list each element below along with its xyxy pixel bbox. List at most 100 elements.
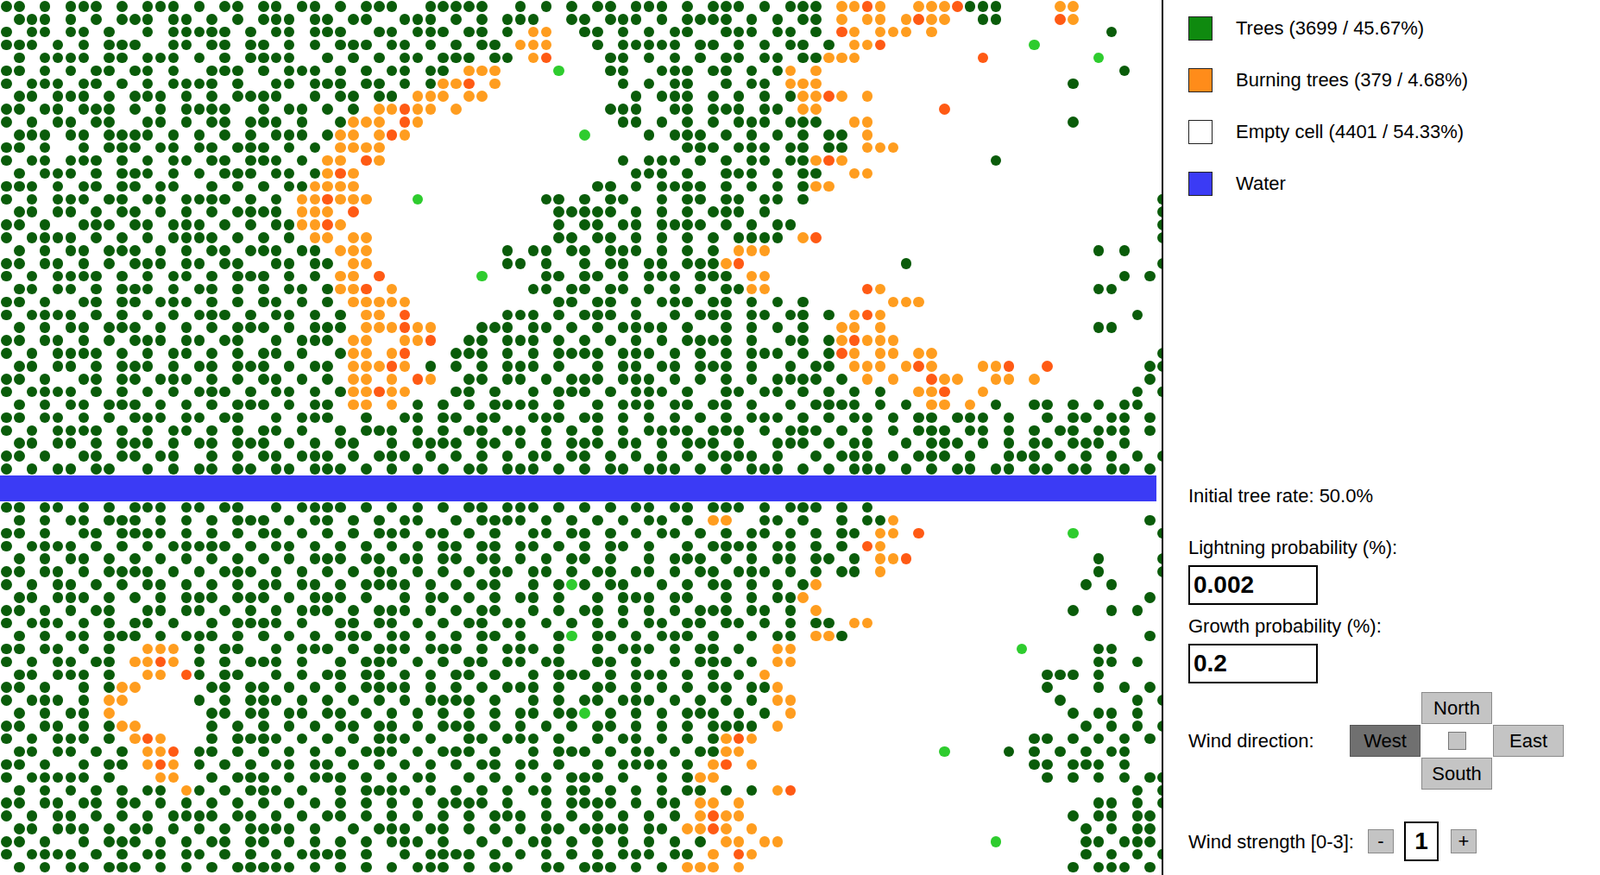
empty-cell	[539, 102, 553, 116]
empty-cell	[514, 179, 528, 193]
tree-cell	[732, 38, 746, 52]
tree-cell	[642, 51, 656, 65]
empty-cell	[38, 179, 52, 193]
empty-cell	[333, 102, 347, 116]
empty-cell	[617, 89, 630, 103]
tree-cell	[141, 192, 155, 206]
empty-cell	[912, 89, 926, 103]
tree-cell	[719, 51, 733, 65]
empty-cell	[76, 205, 90, 219]
empty-cell	[938, 141, 952, 155]
burning-cell	[385, 102, 399, 116]
empty-cell	[295, 25, 309, 39]
empty-cell	[488, 141, 502, 155]
empty-cell	[938, 167, 952, 181]
tree-cell	[12, 167, 26, 181]
young-tree-cell	[578, 128, 592, 142]
empty-cell	[1079, 141, 1093, 155]
empty-cell	[951, 63, 964, 77]
tree-cell	[25, 192, 39, 206]
empty-cell	[1079, 89, 1093, 103]
empty-cell	[1053, 51, 1067, 65]
burning-cell	[874, 12, 888, 26]
empty-cell	[1040, 270, 1054, 284]
empty-cell	[693, 231, 707, 245]
empty-cell	[951, 115, 964, 129]
empty-cell	[809, 128, 823, 142]
empty-cell	[642, 179, 656, 193]
empty-cell	[501, 102, 515, 116]
empty-cell	[192, 89, 206, 103]
empty-cell	[848, 102, 862, 116]
empty-cell	[1027, 244, 1041, 258]
tree-cell	[321, 102, 334, 116]
tree-cell	[179, 12, 193, 26]
empty-cell	[1130, 205, 1144, 219]
tree-cell	[667, 102, 681, 116]
empty-cell	[1053, 25, 1067, 39]
tree-cell	[321, 257, 334, 271]
empty-cell	[89, 141, 103, 155]
burning-cell	[848, 115, 862, 129]
empty-cell	[951, 192, 964, 206]
tree-cell	[783, 89, 797, 103]
tree-cell	[642, 154, 656, 168]
empty-cell	[12, 25, 26, 39]
empty-cell	[488, 257, 502, 271]
empty-cell	[629, 51, 643, 65]
empty-cell	[205, 257, 219, 271]
empty-cell	[989, 141, 1003, 155]
forest-canvas[interactable]	[0, 0, 1164, 875]
tree-cell	[591, 218, 605, 232]
tree-cell	[192, 0, 206, 13]
tree-cell	[89, 63, 103, 77]
tree-cell	[167, 218, 181, 232]
empty-cell	[1001, 257, 1015, 271]
tree-cell	[719, 167, 733, 181]
empty-cell	[591, 115, 605, 129]
burning-cell	[783, 63, 797, 77]
empty-cell	[244, 257, 258, 271]
empty-cell	[617, 231, 630, 245]
burning-cell	[308, 179, 322, 193]
tree-cell	[783, 0, 797, 13]
empty-cell	[51, 244, 65, 258]
empty-cell	[1027, 167, 1041, 181]
empty-cell	[436, 257, 450, 271]
empty-cell	[1117, 12, 1131, 26]
empty-cell	[1001, 63, 1015, 77]
empty-cell	[925, 128, 939, 142]
empty-cell	[141, 141, 155, 155]
tree-cell	[578, 244, 592, 258]
tree-cell	[719, 76, 733, 90]
empty-cell	[951, 231, 964, 245]
tree-cell	[667, 179, 681, 193]
grid-row	[0, 257, 1162, 271]
tree-cell	[102, 218, 116, 232]
empty-cell	[475, 76, 489, 90]
tree-cell	[1156, 205, 1164, 219]
empty-cell	[1053, 179, 1067, 193]
tree-cell	[51, 102, 65, 116]
empty-cell	[1014, 257, 1028, 271]
empty-cell	[411, 244, 425, 258]
young-tree-cell	[552, 63, 566, 77]
empty-cell	[732, 218, 746, 232]
empty-cell	[398, 218, 412, 232]
burning-cell	[835, 12, 849, 26]
empty-cell	[167, 257, 181, 271]
empty-cell	[385, 51, 399, 65]
empty-cell	[770, 76, 784, 90]
empty-cell	[0, 12, 13, 26]
empty-cell	[128, 25, 142, 39]
burning-cell	[333, 179, 347, 193]
empty-cell	[539, 76, 553, 90]
empty-cell	[1105, 76, 1119, 90]
empty-cell	[488, 205, 502, 219]
grid-row	[0, 179, 1162, 193]
empty-cell	[899, 76, 913, 90]
empty-cell	[861, 257, 875, 271]
tree-cell	[0, 25, 13, 39]
empty-cell	[604, 89, 618, 103]
empty-cell	[38, 270, 52, 284]
